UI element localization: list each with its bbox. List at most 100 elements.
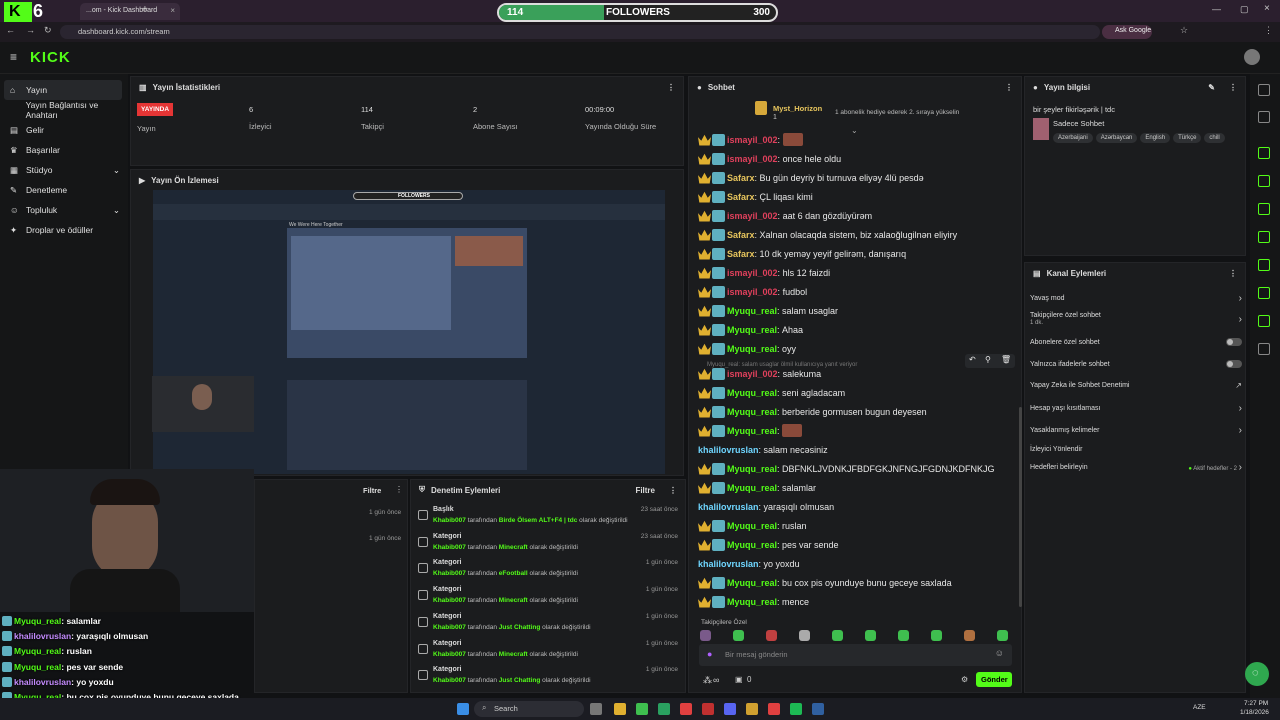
chat-message[interactable]: Myuqu_real: salam usaglar: [698, 302, 838, 319]
goals-row[interactable]: Hedefleri belirleyin ● Aktif hedefler - 2…: [1030, 461, 1242, 473]
browser-tab[interactable]: ...om - Kick Dashboard ×: [80, 3, 180, 20]
mod-action-user[interactable]: Khabib007: [433, 570, 466, 577]
clock-time[interactable]: 7:27 PM: [1244, 700, 1268, 707]
chat-message[interactable]: Myuqu_real: ruslan: [698, 517, 807, 534]
chat-message[interactable]: khalilovruslan: salam necəsiniz: [698, 441, 828, 458]
chat-message[interactable]: ismayil_002: salekuma: [698, 365, 821, 382]
reload-icon[interactable]: ↻: [44, 25, 52, 36]
close-window-icon[interactable]: ×: [1264, 3, 1270, 14]
sidebar-item[interactable]: ✎ Denetleme: [0, 180, 128, 200]
chat-username[interactable]: Safarx: [727, 173, 755, 183]
more-icon[interactable]: ⋮: [667, 83, 675, 92]
chat-username[interactable]: khalilovruslan: [698, 559, 759, 569]
chat-username[interactable]: khalilovruslan: [698, 502, 759, 512]
chat-message[interactable]: Myuqu_real: oyy: [698, 340, 796, 357]
task-view-icon[interactable]: [590, 703, 602, 715]
mod-action-user[interactable]: Khabib007: [433, 517, 466, 524]
collapse-icon[interactable]: ⌄: [851, 126, 858, 135]
banned-words-row[interactable]: Yasaklanmış kelimeler ›: [1030, 424, 1242, 436]
sidebar-item[interactable]: Yayın Bağlantısı ve Anahtarı: [0, 100, 128, 120]
chat-message[interactable]: Myuqu_real: berberide gormusen bugun dey…: [698, 403, 927, 420]
emote-icon[interactable]: [700, 630, 711, 641]
emotes-only-toggle[interactable]: [1226, 360, 1242, 368]
emote-icon[interactable]: [832, 630, 843, 641]
pin-icon[interactable]: ⚲: [985, 355, 991, 364]
file-explorer-icon[interactable]: [614, 703, 626, 715]
chat-username[interactable]: Myuqu_real: [727, 578, 777, 588]
chrome-icon[interactable]: [680, 703, 692, 715]
chat-message[interactable]: Safarx: Bu gün deyriy bi turnuva eliyəy …: [698, 169, 924, 186]
filter-button[interactable]: Filtre: [635, 486, 655, 495]
sidebar-item[interactable]: ☺ Topluluk ⌄: [0, 200, 128, 220]
more-icon[interactable]: ⋮: [395, 485, 403, 494]
avatar[interactable]: [1244, 49, 1260, 65]
message-icon[interactable]: [1258, 231, 1270, 243]
discord-icon[interactable]: [724, 703, 736, 715]
sidebar-item[interactable]: ✦ Droplar ve ödüller: [0, 220, 128, 240]
chat-username[interactable]: ismayil_002: [727, 135, 778, 145]
chat-message[interactable]: Myuqu_real: DBFNKLJVDNKJFBDFGKJNFNGJFGDN…: [698, 460, 995, 477]
steam-icon[interactable]: [812, 703, 824, 715]
sidebar-item[interactable]: ♛ Başarılar: [0, 140, 128, 160]
chat-message[interactable]: Safarx: ÇL liqası kimi: [698, 188, 813, 205]
document-icon[interactable]: [1258, 203, 1270, 215]
chat-username[interactable]: Myuqu_real: [727, 464, 777, 474]
windows-start-icon[interactable]: [457, 703, 469, 715]
chat-username[interactable]: khalilovruslan: [698, 445, 759, 455]
chat-message[interactable]: Myuqu_real: mence: [698, 593, 809, 610]
chat-username[interactable]: Myuqu_real: [727, 407, 777, 417]
chat-message[interactable]: khalilovruslan: yo yoxdu: [698, 555, 800, 572]
chat-scrollbar[interactable]: [1019, 407, 1022, 607]
help-chat-button[interactable]: ◌: [1245, 662, 1269, 686]
url-field[interactable]: dashboard.kick.com/stream: [60, 25, 1100, 39]
emote-icon[interactable]: [799, 630, 810, 641]
mod-action-user[interactable]: Khabib007: [433, 544, 466, 551]
broadcast-icon[interactable]: [1258, 259, 1270, 271]
edit-pencil-icon[interactable]: [1258, 111, 1270, 123]
emote-icon[interactable]: [898, 630, 909, 641]
chat-username[interactable]: Myuqu_real: [727, 597, 777, 607]
sidebar-item[interactable]: ⌂ Yayın: [4, 80, 122, 100]
browser-menu-icon[interactable]: ⋮: [1264, 25, 1273, 36]
info-icon[interactable]: [1258, 84, 1270, 96]
clock-date[interactable]: 1/18/2026: [1240, 709, 1269, 716]
chat-message[interactable]: Myuqu_real: bu cox pis oyunduye bunu gec…: [698, 574, 952, 591]
app-icon[interactable]: [746, 703, 758, 715]
ai-mod-row[interactable]: Yapay Zeka ile Sohbet Denetimi ↗: [1030, 379, 1242, 391]
more-icon[interactable]: ⋮: [1229, 269, 1237, 278]
chat-username[interactable]: ismayil_002: [727, 154, 778, 164]
app-icon[interactable]: [636, 703, 648, 715]
emote-icon[interactable]: [865, 630, 876, 641]
maximize-icon[interactable]: ▢: [1240, 4, 1249, 15]
lightning-icon[interactable]: [1258, 175, 1270, 187]
apps-icon[interactable]: [1258, 343, 1270, 355]
reply-icon[interactable]: ↶: [969, 355, 976, 364]
language-indicator[interactable]: AZE: [1193, 704, 1206, 711]
tag-chip[interactable]: Azərbaycan: [1095, 133, 1138, 143]
close-icon[interactable]: ×: [170, 6, 175, 15]
chat-message[interactable]: khalilovruslan: yaraşıqlı olmusan: [698, 498, 834, 515]
spotify-icon[interactable]: [790, 703, 802, 715]
chat-message[interactable]: Safarx: 10 dk yeməy yeyif gelirəm, danış…: [698, 245, 906, 262]
chat-username[interactable]: Safarx: [727, 230, 755, 240]
tag-chip[interactable]: chill: [1204, 133, 1225, 143]
emote-icon[interactable]: [964, 630, 975, 641]
chat-username[interactable]: ismayil_002: [727, 287, 778, 297]
account-limits-row[interactable]: Hesap yaşı kısıtlaması ›: [1030, 402, 1242, 414]
chat-username[interactable]: Myuqu_real: [727, 306, 777, 316]
subs-only-row[interactable]: Abonelere özel sohbet: [1030, 336, 1242, 348]
new-tab-button[interactable]: +: [142, 4, 148, 15]
emote-icon[interactable]: [766, 630, 777, 641]
chat-username[interactable]: Myuqu_real: [727, 483, 777, 493]
emote-icon[interactable]: [931, 630, 942, 641]
chat-username[interactable]: Myuqu_real: [727, 521, 777, 531]
back-icon[interactable]: ←: [6, 25, 15, 35]
send-button[interactable]: Gönder: [976, 672, 1012, 687]
chat-message[interactable]: ismayil_002: aat 6 dan gözdüyürəm: [698, 207, 872, 224]
chat-username[interactable]: Myuqu_real: [727, 388, 777, 398]
chat-username[interactable]: ismayil_002: [727, 211, 778, 221]
wrench-icon[interactable]: [1258, 315, 1270, 327]
mod-action-user[interactable]: Khabib007: [433, 677, 466, 684]
emoji-icon[interactable]: ☺: [995, 648, 1004, 658]
minimize-icon[interactable]: —: [1212, 4, 1221, 14]
